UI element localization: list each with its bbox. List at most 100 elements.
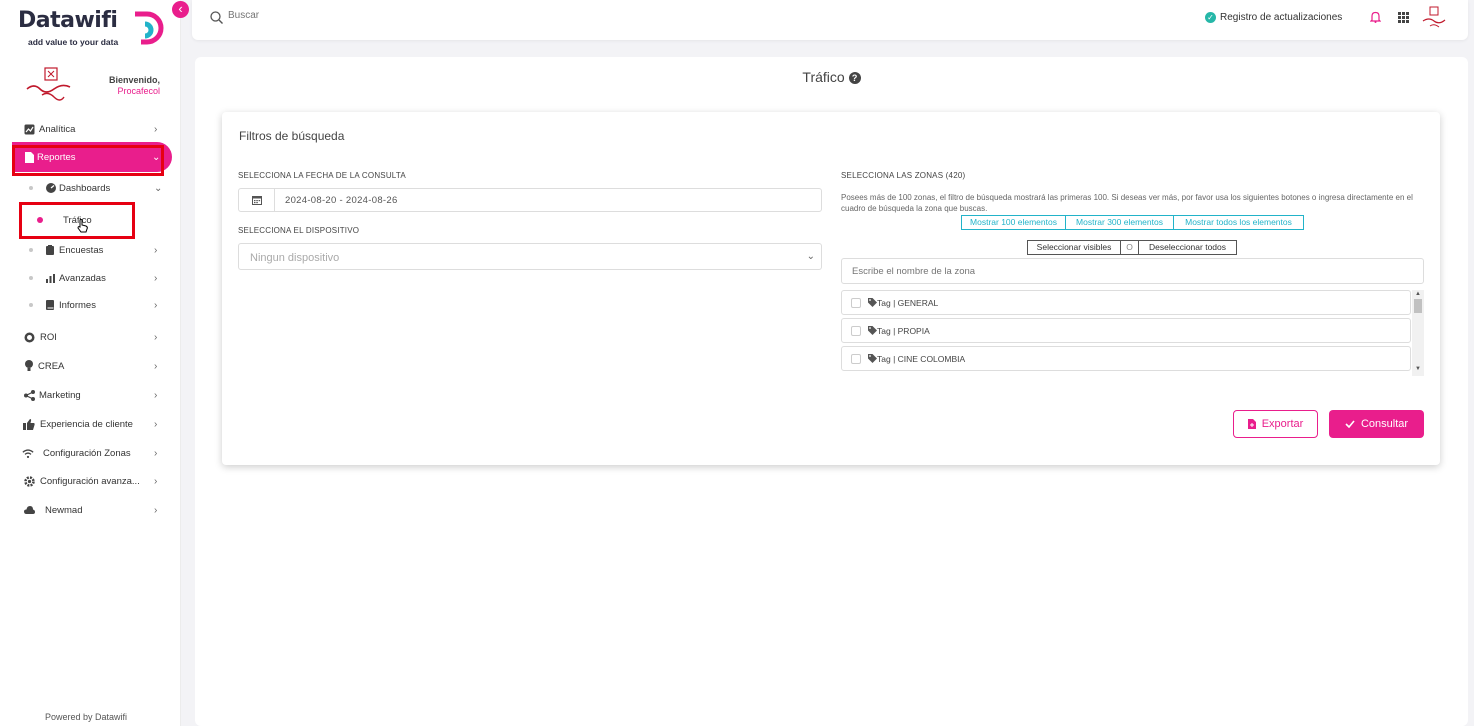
sidebar-item-dashboards[interactable]: Dashboards ⌄ [0, 175, 181, 201]
zone-name: Tag | GENERAL [877, 298, 939, 308]
show-all-button[interactable]: Mostrar todos los elementos [1173, 215, 1304, 230]
dashboard-icon [45, 182, 57, 194]
zone-checkbox[interactable] [851, 354, 861, 364]
zone-name: Tag | PROPIA [877, 326, 930, 336]
sidebar-item-marketing[interactable]: Marketing › [0, 382, 181, 408]
chart-icon [23, 123, 35, 135]
sidebar-item-crea[interactable]: CREA › [0, 353, 181, 379]
bullet-dot [29, 303, 33, 307]
file-export-icon [1247, 419, 1256, 429]
zone-search-field[interactable] [841, 258, 1424, 284]
sidebar-item-informes[interactable]: Informes › [0, 292, 181, 318]
search-input[interactable] [228, 10, 528, 21]
scrollbar-thumb[interactable] [1414, 299, 1422, 313]
zone-list-item[interactable]: Tag | PROPIA [841, 318, 1411, 343]
tag-icon [868, 326, 877, 335]
sidebar-item-label: CREA [38, 360, 65, 372]
chevron-right-icon: › [154, 360, 158, 372]
page-title-text: Tráfico [802, 69, 845, 85]
chevron-right-icon: › [154, 244, 158, 256]
sidebar-item-label: Encuestas [59, 244, 104, 256]
bell-icon[interactable] [1370, 11, 1381, 23]
juan-valdez-logo [26, 67, 71, 101]
datawifi-mark-icon [135, 11, 164, 45]
book-icon [44, 299, 56, 311]
check-icon [1345, 420, 1355, 428]
device-select[interactable]: Ningun dispositivo ⌄ [238, 243, 822, 270]
zone-list-scrollbar[interactable]: ▲ ▼ [1412, 290, 1424, 376]
device-label: SELECCIONA EL DISPOSITIVO [238, 226, 360, 235]
logo-text: Datawifi [18, 8, 118, 33]
highlight-box-reportes [12, 145, 164, 176]
sidebar-item-label: Configuración avanza... [40, 475, 140, 487]
check-circle-icon: ✓ [1205, 12, 1216, 23]
chevron-down-icon: ⌄ [154, 182, 163, 194]
zones-label: SELECCIONA LAS ZONAS (420) [841, 171, 966, 180]
powered-by: Powered by Datawifi [45, 712, 128, 722]
apps-grid-icon[interactable] [1398, 12, 1409, 23]
deselect-all-button[interactable]: Deseleccionar todos [1138, 240, 1237, 255]
zone-list-item[interactable]: Tag | CINE COLOMBIA [841, 346, 1411, 371]
zone-checkbox[interactable] [851, 298, 861, 308]
chevron-down-icon: ⌄ [806, 251, 815, 262]
sidebar-item-label: Informes [59, 299, 96, 311]
consult-label: Consultar [1360, 418, 1409, 430]
chevron-right-icon: › [154, 272, 158, 284]
search-icon[interactable] [210, 11, 223, 24]
sidebar-item-configuracion-avanzada[interactable]: Configuración avanza... › [0, 468, 181, 494]
help-icon[interactable]: ? [848, 72, 861, 84]
sidebar-item-label: Newmad [45, 504, 83, 516]
lightbulb-icon [23, 360, 35, 372]
sidebar-item-label: Avanzadas [59, 272, 106, 284]
export-button[interactable]: Exportar [1233, 410, 1318, 438]
sidebar-item-newmad[interactable]: Newmad › [0, 497, 181, 523]
sidebar-item-experiencia-cliente[interactable]: Experiencia de cliente › [0, 411, 181, 437]
chevron-right-icon: › [154, 331, 158, 343]
chevron-right-icon: › [154, 389, 158, 401]
collapse-sidebar-button[interactable]: ‹ [172, 1, 189, 18]
zone-name: Tag | CINE COLOMBIA [877, 354, 966, 364]
thumbs-up-icon [23, 418, 35, 430]
consult-button[interactable]: Consultar [1329, 410, 1424, 438]
sidebar-item-label: Analítica [39, 123, 76, 135]
device-select-value: Ningun dispositivo [250, 252, 340, 264]
scroll-up-arrow-icon[interactable]: ▲ [1415, 291, 1421, 297]
filters-card: Filtros de búsqueda SELECCIONA LA FECHA … [222, 112, 1440, 465]
user-brand-avatar[interactable] [1421, 6, 1447, 30]
sidebar: Datawifi add value to your data ‹ Bienve… [0, 0, 189, 726]
sidebar-item-label: Dashboards [59, 182, 111, 194]
sidebar-item-encuestas[interactable]: Encuestas › [0, 237, 181, 263]
sidebar-item-label: Experiencia de cliente [40, 418, 133, 430]
bullet-dot [29, 248, 33, 252]
tag-icon [868, 298, 877, 307]
coins-icon [23, 331, 35, 343]
export-label: Exportar [1261, 418, 1304, 430]
zone-list-item[interactable]: Tag | GENERAL [841, 290, 1411, 315]
share-icon [23, 389, 35, 401]
sidebar-item-roi[interactable]: ROI › [0, 324, 181, 350]
sidebar-item-analitica[interactable]: Analítica › [0, 116, 181, 142]
welcome-title: Bienvenido, [108, 75, 160, 85]
calendar-icon[interactable] [239, 189, 275, 211]
show-300-button[interactable]: Mostrar 300 elementos [1065, 215, 1174, 230]
select-visible-button[interactable]: Seleccionar visibles [1027, 240, 1121, 255]
scroll-down-arrow-icon[interactable]: ▼ [1415, 366, 1421, 372]
sidebar-item-avanzadas[interactable]: Avanzadas › [0, 265, 181, 291]
cloud-icon [23, 504, 35, 516]
welcome-user: Procafecol [117, 86, 160, 96]
sidebar-item-configuracion-zonas[interactable]: Configuración Zonas › [0, 440, 181, 466]
zone-search-input[interactable] [852, 266, 1412, 277]
show-100-button[interactable]: Mostrar 100 elementos [961, 215, 1066, 230]
chevron-right-icon: › [154, 447, 158, 459]
chevron-right-icon: › [154, 123, 158, 135]
topbar: ✓ Registro de actualizaciones [192, 0, 1468, 40]
updates-log-link[interactable]: ✓ Registro de actualizaciones [1205, 12, 1342, 23]
wifi-icon [22, 447, 34, 459]
zone-checkbox[interactable] [851, 326, 861, 336]
datawifi-logo[interactable]: Datawifi add value to your data [18, 8, 168, 50]
date-range-field[interactable]: 2024-08-20 - 2024-08-26 [238, 188, 822, 212]
filters-title: Filtros de búsqueda [239, 129, 345, 143]
date-range-value: 2024-08-20 - 2024-08-26 [285, 195, 398, 206]
clipboard-icon [44, 244, 56, 256]
tag-icon [868, 354, 877, 363]
